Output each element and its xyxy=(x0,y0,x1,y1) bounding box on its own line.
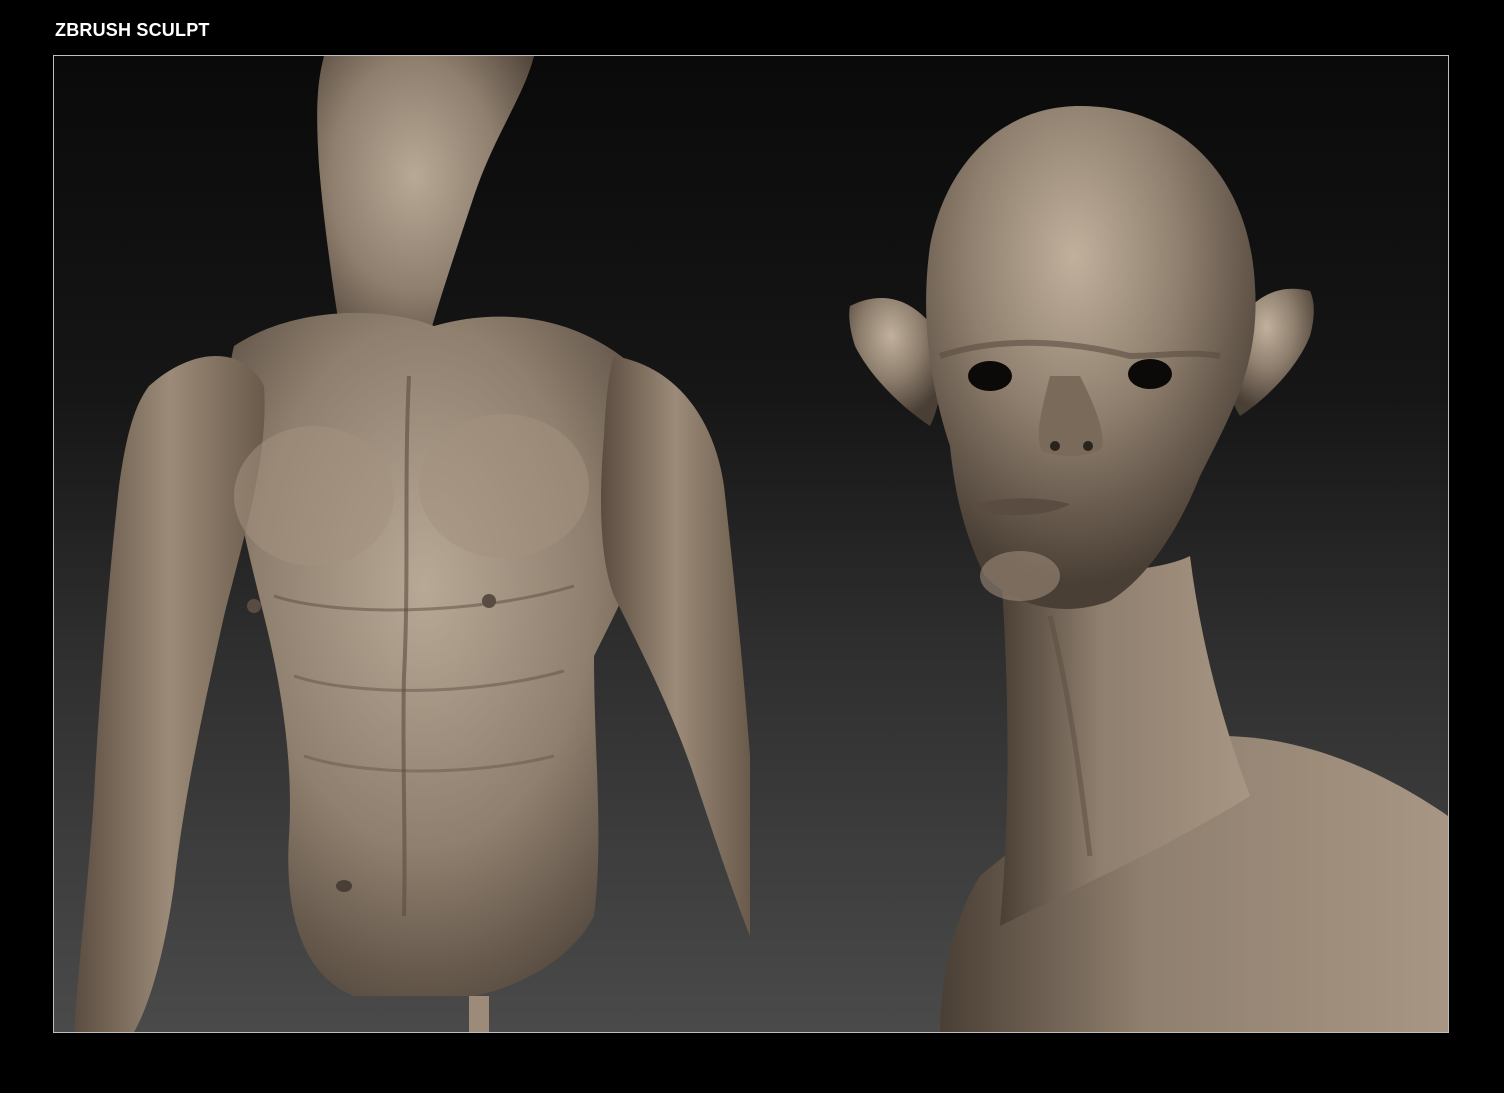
head-chin xyxy=(980,551,1060,601)
torso-body xyxy=(227,312,665,996)
torso-sculpt-render xyxy=(74,56,750,1032)
head-eye-socket-right xyxy=(1128,359,1172,389)
head-nostril-right xyxy=(1083,441,1093,451)
head-eye-socket-left xyxy=(968,361,1012,391)
render-frame xyxy=(53,55,1449,1033)
torso-base-stem xyxy=(469,996,489,1032)
torso-arm-left xyxy=(74,356,265,1032)
torso-arm-right xyxy=(601,356,750,936)
torso-navel xyxy=(336,880,352,892)
torso-pectoral-left xyxy=(234,426,394,566)
torso-pectoral-right xyxy=(419,414,589,558)
head-skull xyxy=(926,106,1256,609)
page: ZBRUSH SCULPT xyxy=(0,0,1504,1093)
torso-nipple-left xyxy=(247,599,261,613)
torso-nipple-right xyxy=(482,594,496,608)
page-title: ZBRUSH SCULPT xyxy=(55,20,210,40)
head-nostril-left xyxy=(1050,441,1060,451)
torso-neck xyxy=(317,56,534,356)
sculpt-panel-head xyxy=(750,56,1448,1032)
sculpt-panel-torso xyxy=(54,56,750,1032)
head-sculpt-render xyxy=(849,106,1448,1032)
